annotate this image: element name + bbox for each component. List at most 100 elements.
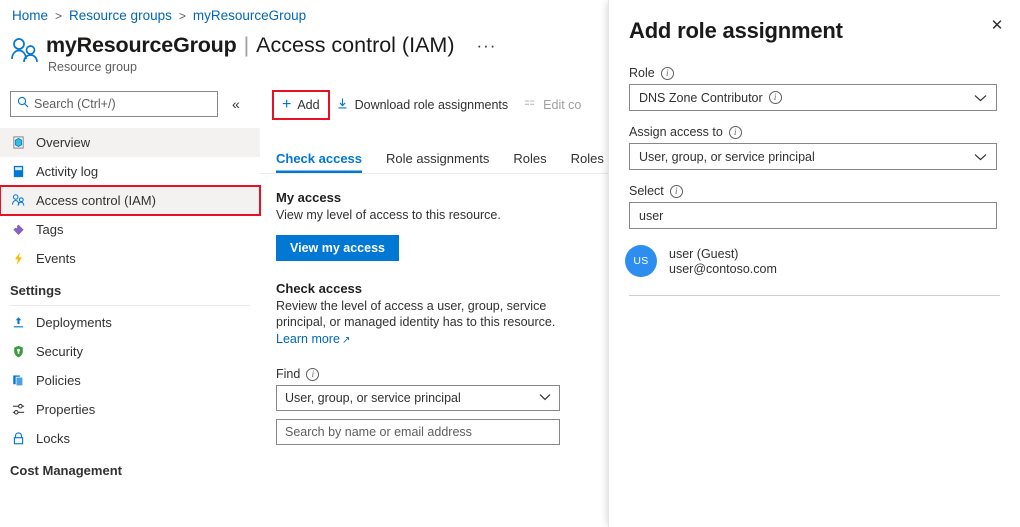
sidebar-item-overview[interactable]: Overview xyxy=(0,128,260,157)
sidebar-item-label: Deployments xyxy=(36,315,112,330)
my-access-title: My access xyxy=(276,190,592,205)
tab-roles-secondary[interactable]: Roles xyxy=(571,151,604,173)
learn-more-link[interactable]: Learn more xyxy=(276,332,340,346)
download-icon xyxy=(336,97,349,113)
sidebar-search-row: Search (Ctrl+/) « xyxy=(0,88,260,120)
sidebar-item-events[interactable]: Events xyxy=(0,244,260,273)
add-button-label: Add xyxy=(297,98,319,112)
view-my-access-button[interactable]: View my access xyxy=(276,235,399,261)
policies-document-icon xyxy=(10,372,27,389)
download-role-assignments-button[interactable]: Download role assignments xyxy=(328,92,517,118)
info-icon[interactable]: i xyxy=(670,185,683,198)
breadcrumb-separator-icon: > xyxy=(179,9,186,23)
chevron-down-icon xyxy=(539,392,551,404)
find-label: Find xyxy=(276,367,300,381)
sidebar-item-tags[interactable]: Tags xyxy=(0,215,260,244)
close-icon[interactable]: ✕ xyxy=(984,12,1010,38)
breadcrumb-item-resource-groups[interactable]: Resource groups xyxy=(69,8,172,23)
page-subtitle: Resource group xyxy=(48,60,496,74)
assign-access-to-select[interactable]: User, group, or service principal xyxy=(629,143,997,170)
info-icon[interactable]: i xyxy=(769,91,782,104)
page-section-title: Access control (IAM) xyxy=(256,33,454,58)
tab-check-access[interactable]: Check access xyxy=(276,151,362,173)
role-select[interactable]: DNS Zone Contributor i xyxy=(629,84,997,111)
check-access-description-text: Review the level of access a user, group… xyxy=(276,299,555,330)
breadcrumb-separator-icon: > xyxy=(55,9,62,23)
more-menu-button[interactable]: ··· xyxy=(476,35,496,57)
sidebar-item-label: Tags xyxy=(36,222,63,237)
deployments-upload-icon xyxy=(10,314,27,331)
command-bar: + Add Download role assignments xyxy=(260,88,608,122)
tab-strip: Check access Role assignments Roles Role… xyxy=(260,140,608,174)
panel-divider xyxy=(629,295,1000,296)
locks-padlock-icon xyxy=(10,430,27,447)
security-shield-icon xyxy=(10,343,27,360)
info-icon[interactable]: i xyxy=(729,126,742,139)
find-label-row: Find i xyxy=(276,367,592,381)
role-field: Role i DNS Zone Contributor i xyxy=(629,66,1000,111)
edit-columns-button: Edit co xyxy=(516,92,589,118)
sidebar-group-cost-management-title: Cost Management xyxy=(0,453,260,482)
role-value: DNS Zone Contributor xyxy=(639,91,763,105)
collapse-chevron-icon[interactable]: « xyxy=(232,97,240,111)
select-label-row: Select i xyxy=(629,184,1000,198)
role-label-row: Role i xyxy=(629,66,1000,80)
my-access-description: View my level of access to this resource… xyxy=(276,207,560,224)
sidebar-item-label: Access control (IAM) xyxy=(36,193,156,208)
tab-roles[interactable]: Roles xyxy=(513,151,546,173)
panel-form: Role i DNS Zone Contributor i Assign acc… xyxy=(609,44,1020,229)
chevron-down-icon xyxy=(974,91,987,105)
find-search-placeholder: Search by name or email address xyxy=(285,425,472,439)
sidebar-item-security[interactable]: Security xyxy=(0,337,260,366)
sidebar-item-policies[interactable]: Policies xyxy=(0,366,260,395)
check-access-description: Review the level of access a user, group… xyxy=(276,298,560,350)
sidebar-item-label: Activity log xyxy=(36,164,98,179)
sidebar-item-label: Locks xyxy=(36,431,70,446)
page-title: myResourceGroup xyxy=(46,33,237,58)
assign-access-to-value: User, group, or service principal xyxy=(639,150,974,164)
find-type-select[interactable]: User, group, or service principal xyxy=(276,385,560,411)
properties-sliders-icon xyxy=(10,401,27,418)
select-field: Select i user xyxy=(629,184,1000,229)
sidebar-item-properties[interactable]: Properties xyxy=(0,395,260,424)
breadcrumb-item-my-resource-group[interactable]: myResourceGroup xyxy=(193,8,306,23)
add-button[interactable]: + Add xyxy=(274,92,328,118)
spacer xyxy=(276,261,592,281)
avatar: US xyxy=(625,245,657,277)
find-search-input[interactable]: Search by name or email address xyxy=(276,419,560,445)
assign-access-to-field: Assign access to i User, group, or servi… xyxy=(629,125,1000,170)
sidebar: Search (Ctrl+/) « Overview xyxy=(0,88,260,527)
breadcrumb-item-home[interactable]: Home xyxy=(12,8,48,23)
main-content: + Add Download role assignments xyxy=(260,88,608,527)
azure-portal-screen: Home > Resource groups > myResourceGroup… xyxy=(0,0,1020,527)
sidebar-item-label: Overview xyxy=(36,135,90,150)
tag-icon xyxy=(10,221,27,238)
overview-cube-icon xyxy=(10,134,27,151)
sidebar-group-settings-title: Settings xyxy=(0,273,260,302)
search-input[interactable]: Search (Ctrl+/) xyxy=(10,91,218,117)
info-icon[interactable]: i xyxy=(661,67,674,80)
chevron-down-icon xyxy=(974,150,987,164)
events-lightning-icon xyxy=(10,250,27,267)
select-search-input[interactable]: user xyxy=(629,202,997,229)
page-title-block: myResourceGroup | Access control (IAM) ·… xyxy=(46,33,496,74)
sidebar-item-activity-log[interactable]: Activity log xyxy=(0,157,260,186)
sidebar-item-label: Events xyxy=(36,251,76,266)
list-item[interactable]: US user (Guest) user@contoso.com xyxy=(609,245,1020,277)
info-icon[interactable]: i xyxy=(306,368,319,381)
download-button-label: Download role assignments xyxy=(355,98,509,112)
search-icon xyxy=(17,95,29,113)
check-access-title: Check access xyxy=(276,281,592,296)
sidebar-item-locks[interactable]: Locks xyxy=(0,424,260,453)
list-item-name: user (Guest) xyxy=(669,247,777,261)
sidebar-nav-list: Overview Activity log xyxy=(0,128,260,482)
select-label: Select xyxy=(629,184,664,198)
panel-title: Add role assignment xyxy=(629,18,1000,44)
sidebar-item-access-control-iam[interactable]: Access control (IAM) xyxy=(0,186,260,215)
find-type-value: User, group, or service principal xyxy=(285,391,539,405)
add-role-assignment-panel: Add role assignment ✕ Role i DNS Zone Co… xyxy=(608,0,1020,527)
tab-role-assignments[interactable]: Role assignments xyxy=(386,151,489,173)
sidebar-item-deployments[interactable]: Deployments xyxy=(0,308,260,337)
list-item-email: user@contoso.com xyxy=(669,262,777,276)
sidebar-item-label: Properties xyxy=(36,402,95,417)
